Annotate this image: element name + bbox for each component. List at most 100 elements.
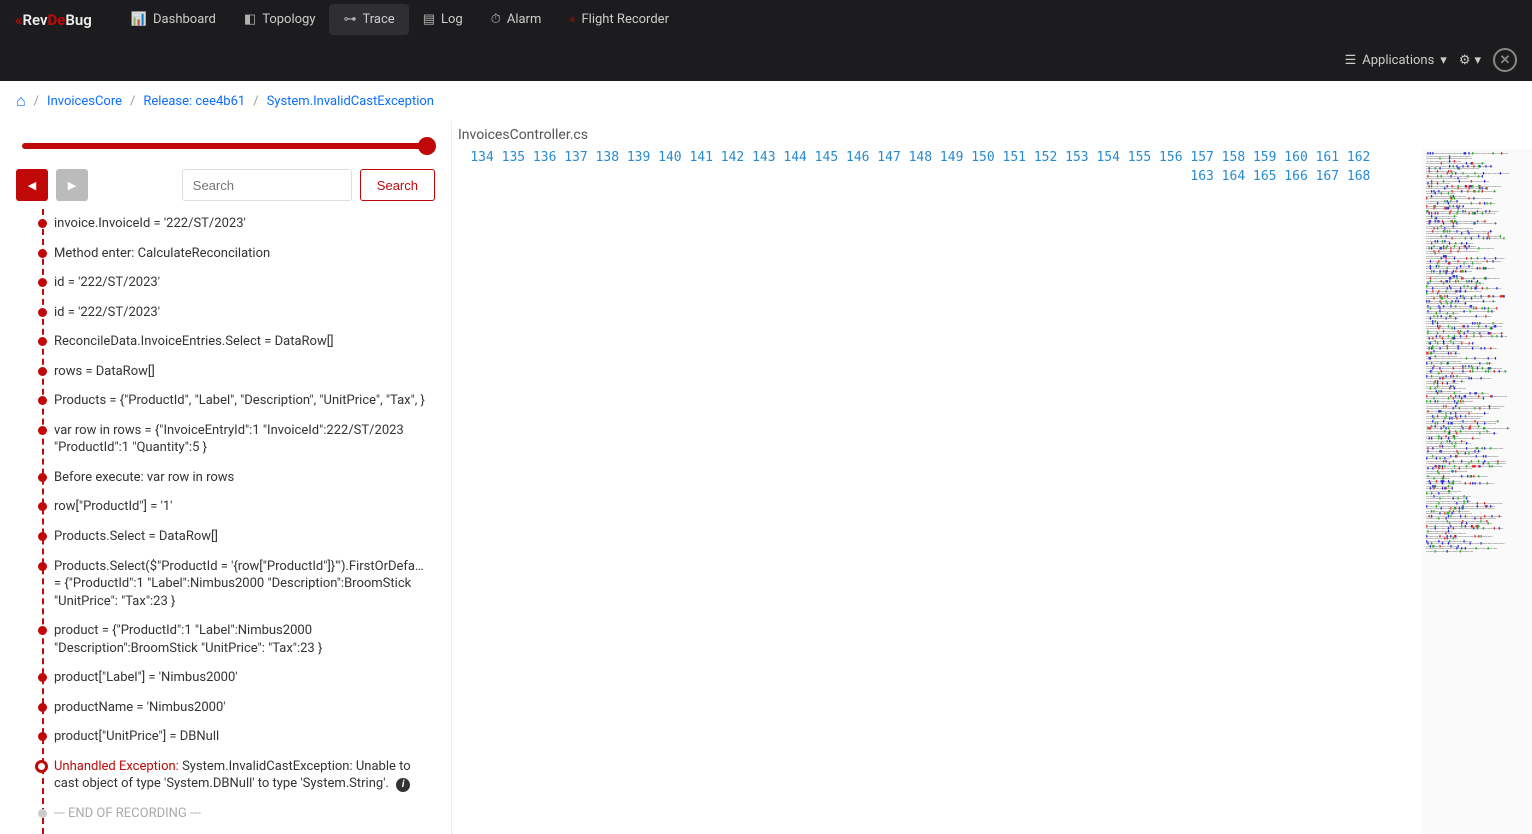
trace-dot	[38, 278, 47, 287]
fold-gutter	[1380, 149, 1422, 834]
trace-text: product["Label"] = 'Nimbus2000'	[54, 670, 238, 685]
code-area: 134 135 136 137 138 139 140 141 142 143 …	[452, 149, 1532, 834]
trace-dot	[38, 219, 47, 228]
trace-text: id = '222/ST/2023'	[54, 275, 160, 290]
applications-label: Applications	[1362, 53, 1434, 68]
trace-dot	[38, 426, 47, 435]
trace-row[interactable]: product["Label"] = 'Nimbus2000'	[36, 663, 433, 693]
topology-icon: ◧	[244, 12, 256, 27]
code-minimap[interactable]: ▪█▪█▪█▪▪▪▪▪▪▪▪▪▪▪▪▪▪▪▪▪▪▪▪▪▪▪▪▪██▪▪█▪▪█▪…	[1422, 149, 1532, 834]
step-forward-icon: ▶	[68, 179, 76, 192]
trace-text: Products.Select = DataRow[]	[54, 529, 218, 544]
trace-row[interactable]: row["ProductId"] = '1'	[36, 492, 433, 522]
gear-icon: ⚙	[1459, 53, 1471, 68]
nav-log-label: Log	[441, 12, 463, 27]
trace-text: var row in rows = {"InvoiceEntryId":1 "I…	[54, 423, 404, 456]
nav-dashboard[interactable]: 📊 Dashboard	[117, 4, 230, 35]
dashboard-icon: 📊	[131, 12, 147, 27]
breadcrumb-project[interactable]: InvoicesCore	[47, 94, 122, 109]
file-title: InvoicesController.cs	[452, 121, 1532, 149]
trace-text: id = '222/ST/2023'	[54, 305, 160, 320]
close-button[interactable]: ✕	[1493, 48, 1517, 72]
code-panel: InvoicesController.cs 134 135 136 137 13…	[452, 121, 1532, 834]
info-icon[interactable]: i	[396, 778, 410, 792]
trace-text: Products.Select($"ProductId = '{row["Pro…	[54, 559, 424, 609]
trace-dot	[38, 732, 47, 741]
logo[interactable]: «RevDeBug	[15, 11, 92, 29]
apps-icon: ☰	[1345, 53, 1357, 68]
logo-rev: Rev	[23, 11, 48, 29]
trace-row[interactable]: product = {"ProductId":1 "Label":Nimbus2…	[36, 616, 433, 663]
close-icon: ✕	[1500, 53, 1511, 68]
trace-dot	[38, 532, 47, 541]
trace-dot	[38, 473, 47, 482]
trace-text: invoice.InvoiceId = '222/ST/2023'	[54, 216, 246, 231]
slider-track	[22, 143, 429, 149]
breadcrumb-sep: /	[34, 94, 39, 109]
step-back-button[interactable]: ◀	[16, 169, 48, 201]
logo-arrows: «	[15, 11, 23, 29]
search-input[interactable]	[182, 169, 352, 201]
trace-row[interactable]: rows = DataRow[]	[36, 357, 433, 387]
trace-dot-end	[38, 809, 47, 818]
trace-row[interactable]: Products.Select = DataRow[]	[36, 522, 433, 552]
trace-row[interactable]: Products = {"ProductId", "Label", "Descr…	[36, 386, 433, 416]
chevron-down-icon: ▾	[1440, 53, 1447, 68]
nav-dashboard-label: Dashboard	[153, 12, 216, 27]
trace-row[interactable]: invoice.InvoiceId = '222/ST/2023'	[36, 209, 433, 239]
slider-thumb[interactable]	[418, 137, 436, 155]
trace-end-text: --- END OF RECORDING ---	[54, 806, 201, 821]
trace-row[interactable]: Method enter: CalculateReconcilation	[36, 239, 433, 269]
nav-topology[interactable]: ◧Topology	[230, 4, 330, 35]
breadcrumb-exception[interactable]: System.InvalidCastException	[267, 94, 434, 109]
trace-dot	[38, 367, 47, 376]
trace-text: productName = 'Nimbus2000'	[54, 700, 226, 715]
step-forward-button[interactable]: ▶	[56, 169, 88, 201]
trace-row[interactable]: productName = 'Nimbus2000'	[36, 693, 433, 723]
alarm-icon: ⏱	[491, 12, 501, 27]
nav-flight-recorder[interactable]: «Flight Recorder	[555, 4, 683, 35]
sub-navbar: ☰ Applications ▾ ⚙▾ ✕	[0, 39, 1532, 81]
timeline-slider[interactable]	[22, 133, 429, 159]
trace-row[interactable]: Products.Select($"ProductId = '{row["Pro…	[36, 552, 433, 617]
trace-row[interactable]: id = '222/ST/2023'	[36, 298, 433, 328]
trace-dot	[38, 562, 47, 571]
trace-dot	[38, 626, 47, 635]
trace-panel: ◀ ▶ Search invoice.InvoiceId = '222/ST/2…	[0, 121, 452, 834]
breadcrumb: ⌂ / InvoicesCore / Release: cee4b61 / Sy…	[0, 81, 1532, 121]
trace-dot	[38, 396, 47, 405]
exception-label: Unhandled Exception:	[54, 759, 182, 774]
line-gutter: 134 135 136 137 138 139 140 141 142 143 …	[452, 149, 1380, 834]
search-button[interactable]: Search	[360, 169, 435, 201]
trace-row-exception[interactable]: Unhandled Exception: System.InvalidCastE…	[36, 752, 433, 799]
trace-row[interactable]: product["UnitPrice"] = DBNull	[36, 722, 433, 752]
trace-row[interactable]: id = '222/ST/2023'	[36, 268, 433, 298]
breadcrumb-release[interactable]: Release: cee4b61	[143, 94, 245, 109]
trace-text: rows = DataRow[]	[54, 364, 155, 379]
settings-button[interactable]: ⚙▾	[1459, 53, 1481, 68]
trace-list[interactable]: invoice.InvoiceId = '222/ST/2023' Method …	[12, 209, 439, 834]
trace-icon: ⊶	[343, 12, 356, 27]
trace-row[interactable]: var row in rows = {"InvoiceEntryId":1 "I…	[36, 416, 433, 463]
trace-row[interactable]: Before execute: var row in rows	[36, 463, 433, 493]
breadcrumb-sep: /	[253, 94, 258, 109]
trace-text: Products = {"ProductId", "Label", "Descr…	[54, 393, 425, 408]
main-layout: ◀ ▶ Search invoice.InvoiceId = '222/ST/2…	[0, 121, 1532, 834]
nav-alarm[interactable]: ⏱ Alarm	[477, 4, 556, 35]
log-icon: ▤	[423, 12, 435, 27]
trace-dot	[38, 249, 47, 258]
top-navbar: «RevDeBug 📊 Dashboard ◧Topology ⊶Trace ▤ L…	[0, 0, 1532, 39]
trace-row[interactable]: ReconcileData.InvoiceEntries.Select = Da…	[36, 327, 433, 357]
trace-text: product["UnitPrice"] = DBNull	[54, 729, 219, 744]
nav-alarm-label: Alarm	[507, 12, 542, 27]
trace-dot	[38, 673, 47, 682]
home-icon[interactable]: ⌂	[16, 91, 26, 111]
nav-log[interactable]: ▤ Log	[409, 4, 477, 35]
trace-dot	[38, 337, 47, 346]
step-back-icon: ◀	[28, 179, 36, 192]
nav-trace[interactable]: ⊶Trace	[329, 4, 408, 35]
applications-dropdown[interactable]: ☰ Applications ▾	[1345, 53, 1447, 68]
logo-bug: Bug	[65, 11, 91, 29]
recorder-icon: «	[569, 12, 575, 27]
trace-dot-selected	[35, 760, 48, 773]
